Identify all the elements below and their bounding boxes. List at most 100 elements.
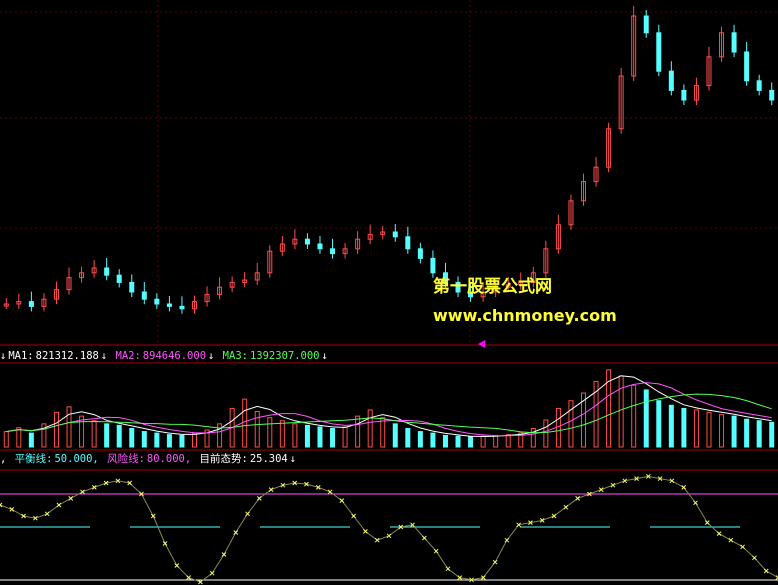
trend-point — [693, 500, 698, 506]
candle-body — [668, 70, 674, 91]
volume-bar — [104, 423, 110, 448]
volume-bar — [355, 415, 361, 448]
trend-point — [256, 496, 262, 501]
volume-bar — [267, 417, 273, 448]
candle-body — [392, 231, 398, 238]
trend-oscillator-panel[interactable] — [0, 474, 778, 585]
ma2-label: MA2: — [115, 350, 141, 362]
volume-bar — [455, 435, 461, 448]
trend-point — [563, 504, 569, 510]
candle-body — [643, 15, 649, 34]
ma1-value: 821312.188 — [35, 350, 99, 362]
trend-point — [339, 498, 345, 503]
candle-body — [166, 303, 172, 307]
trend-value: 25.304 — [249, 453, 288, 465]
volume-bar — [493, 434, 499, 448]
ma1-label: MA1: — [8, 350, 34, 362]
volume-bar — [217, 423, 223, 448]
volume-bar — [417, 431, 423, 448]
candle-body — [430, 257, 436, 274]
risk-value: 80.000, — [146, 453, 192, 465]
ma1-arrow-icon: ↓ — [100, 350, 108, 362]
candle-body — [330, 248, 336, 255]
volume-bar — [392, 423, 398, 448]
volume-bar — [317, 426, 323, 448]
volume-bar — [568, 400, 574, 448]
trend-point — [763, 568, 769, 574]
legend-comma: , — [0, 453, 7, 465]
volume-bar — [3, 431, 9, 448]
trend-point — [445, 566, 451, 572]
trend-point — [162, 541, 168, 546]
volume-bar — [656, 400, 662, 448]
trend-point — [740, 544, 745, 550]
ma2-value: 894646.000 — [142, 350, 207, 362]
volume-bar — [166, 434, 172, 448]
volume-bar — [179, 434, 185, 448]
volume-bar — [342, 426, 348, 448]
volume-ma-legend: ↓ MA1: 821312.188 ↓ MA2: 894646.000 ↓ MA3: 139… — [0, 349, 330, 363]
volume-bar — [756, 420, 762, 448]
candle-body — [317, 243, 323, 250]
volume-bar — [292, 423, 298, 448]
volume-bar — [731, 415, 737, 448]
risk-label: 风险线: — [107, 453, 145, 465]
trend-point — [233, 530, 239, 535]
trend-point — [68, 496, 74, 501]
volume-bar — [16, 427, 22, 448]
candle-body — [405, 236, 411, 250]
volume-bar — [543, 419, 549, 448]
volume-bar — [330, 427, 336, 448]
volume-bar — [141, 431, 147, 448]
price-candlestick-panel[interactable] — [3, 6, 775, 314]
volume-bar — [744, 418, 750, 448]
trend-point — [174, 563, 180, 568]
ma3-label: MA3: — [222, 350, 248, 362]
cursor-marker-icon — [478, 340, 485, 348]
candle-body — [179, 305, 185, 310]
price-grid — [0, 0, 778, 471]
watermark-title: 第一股票公式网 — [433, 277, 552, 297]
candle-body — [304, 238, 310, 245]
trend-point — [504, 537, 510, 543]
volume-bar — [304, 424, 310, 448]
candle-body — [154, 298, 160, 305]
trend-point — [681, 485, 687, 490]
ma3-arrow-icon: ↓ — [321, 350, 328, 362]
trend-point — [327, 489, 333, 495]
trend-arrow-icon: ↓ — [289, 453, 297, 465]
volume-bar — [643, 389, 649, 448]
trend-point — [44, 511, 50, 517]
volume-bar — [480, 435, 486, 448]
volume-bar — [380, 417, 386, 448]
candle-body — [129, 281, 135, 293]
trend-point — [209, 570, 215, 576]
candle-body — [141, 291, 147, 300]
volume-bar — [693, 409, 699, 448]
volume-bar — [53, 411, 59, 448]
candle-body — [681, 89, 687, 101]
volume-bar — [468, 436, 474, 448]
stock-chart-canvas[interactable] — [0, 0, 778, 585]
candle-body — [116, 274, 122, 283]
legend-arrow-icon: ↓ — [0, 350, 7, 362]
candle-body — [656, 32, 662, 72]
volume-bar — [367, 409, 373, 448]
volume-bar-panel[interactable] — [3, 369, 775, 448]
volume-bar — [769, 421, 775, 448]
indicator-legend: , 平衡线: 50.000, 风险线: 80.000, 目前态势: 25.304 ↓ — [0, 452, 298, 466]
volume-bar — [154, 432, 160, 448]
ma3-value: 1392307.000 — [249, 350, 320, 362]
trend-point — [492, 559, 498, 565]
trend-point — [56, 502, 62, 508]
volume-bar — [242, 398, 248, 448]
balance-value: 50.000, — [54, 453, 99, 465]
volume-bar — [719, 414, 725, 448]
volume-bar — [116, 424, 122, 448]
trend-label: 目前态势: — [199, 453, 248, 465]
volume-bar — [66, 406, 72, 448]
volume-bar — [631, 384, 637, 448]
volume-bar — [91, 420, 97, 448]
candle-body — [744, 51, 750, 82]
volume-bar — [405, 427, 411, 448]
